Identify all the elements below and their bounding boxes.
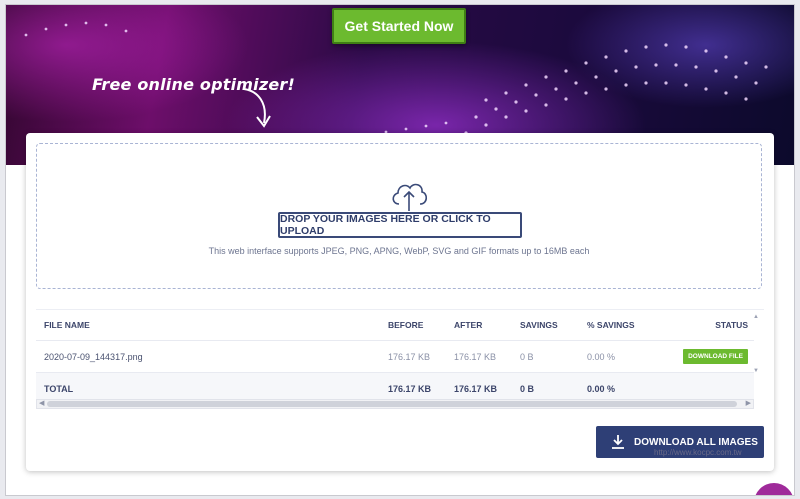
arrow-doodle-icon: [243, 88, 266, 124]
cell-file-name: 2020-07-09_144317.png: [36, 340, 387, 373]
cell-status: DOWNLOAD FILE: [668, 340, 754, 373]
cell-after: 176.17 KB: [453, 340, 519, 373]
table-row: 2020-07-09_144317.png 176.17 KB 176.17 K…: [36, 340, 754, 373]
header-savings: SAVINGS: [520, 320, 558, 330]
get-started-button[interactable]: Get Started Now: [332, 8, 466, 44]
download-icon: [612, 435, 624, 449]
download-file-button[interactable]: DOWNLOAD FILE: [683, 349, 748, 364]
upload-dropzone[interactable]: DROP YOUR IMAGES HERE OR CLICK TO UPLOAD…: [36, 143, 762, 289]
scroll-left-icon[interactable]: ◀: [39, 399, 44, 407]
chat-widget-icon[interactable]: [754, 483, 794, 495]
watermark-text: http://www.kocpc.com.tw: [654, 448, 742, 457]
horizontal-scrollbar[interactable]: ◀ ▶: [36, 399, 754, 409]
tagline-text: Free online optimizer!: [92, 75, 295, 94]
header-file-name: FILE NAME: [44, 320, 90, 330]
download-all-label: DOWNLOAD ALL IMAGES: [634, 436, 758, 448]
table-header-row: FILE NAME BEFORE AFTER SAVINGS % SAVINGS…: [36, 310, 754, 341]
app-frame: Get Started Now Free online optimizer! D…: [5, 4, 795, 496]
scroll-right-icon[interactable]: ▶: [746, 399, 751, 407]
cell-savings: 0 B: [519, 340, 586, 373]
header-pct-savings: % SAVINGS: [587, 320, 635, 330]
cell-before: 176.17 KB: [387, 340, 453, 373]
results-table: FILE NAME BEFORE AFTER SAVINGS % SAVINGS…: [36, 310, 754, 404]
results-table-container: FILE NAME BEFORE AFTER SAVINGS % SAVINGS…: [36, 309, 764, 412]
header-after: AFTER: [454, 320, 483, 330]
cloud-upload-icon: [392, 183, 428, 211]
supported-formats-text: This web interface supports JPEG, PNG, A…: [208, 246, 590, 256]
header-status: STATUS: [715, 320, 748, 330]
vertical-scrollbar[interactable]: ▲ ▼: [752, 314, 760, 400]
cell-pct-savings: 0.00 %: [586, 340, 668, 373]
scrollbar-thumb[interactable]: [47, 401, 737, 407]
upload-button[interactable]: DROP YOUR IMAGES HERE OR CLICK TO UPLOAD: [278, 212, 522, 238]
header-before: BEFORE: [388, 320, 424, 330]
optimizer-card: DROP YOUR IMAGES HERE OR CLICK TO UPLOAD…: [26, 133, 774, 471]
